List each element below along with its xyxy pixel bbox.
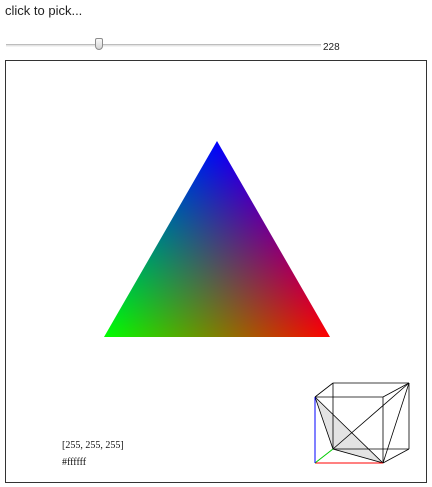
hex-readout: #ffffff	[62, 457, 87, 468]
color-triangle[interactable]	[104, 141, 330, 337]
color-picker-canvas[interactable]: [255, 255, 255] #ffffff	[5, 60, 427, 483]
cube-axis-green	[314, 448, 334, 464]
slider-track[interactable]	[6, 44, 321, 47]
instruction-text: click to pick...	[5, 3, 83, 18]
rgb-readout: [255, 255, 255]	[62, 440, 124, 451]
slider-thumb[interactable]	[95, 38, 103, 50]
slider-value-label: 228	[323, 42, 340, 53]
value-slider[interactable]	[6, 37, 321, 53]
rgb-cube-diagram	[314, 382, 410, 464]
cube-slice-plane	[314, 396, 384, 464]
